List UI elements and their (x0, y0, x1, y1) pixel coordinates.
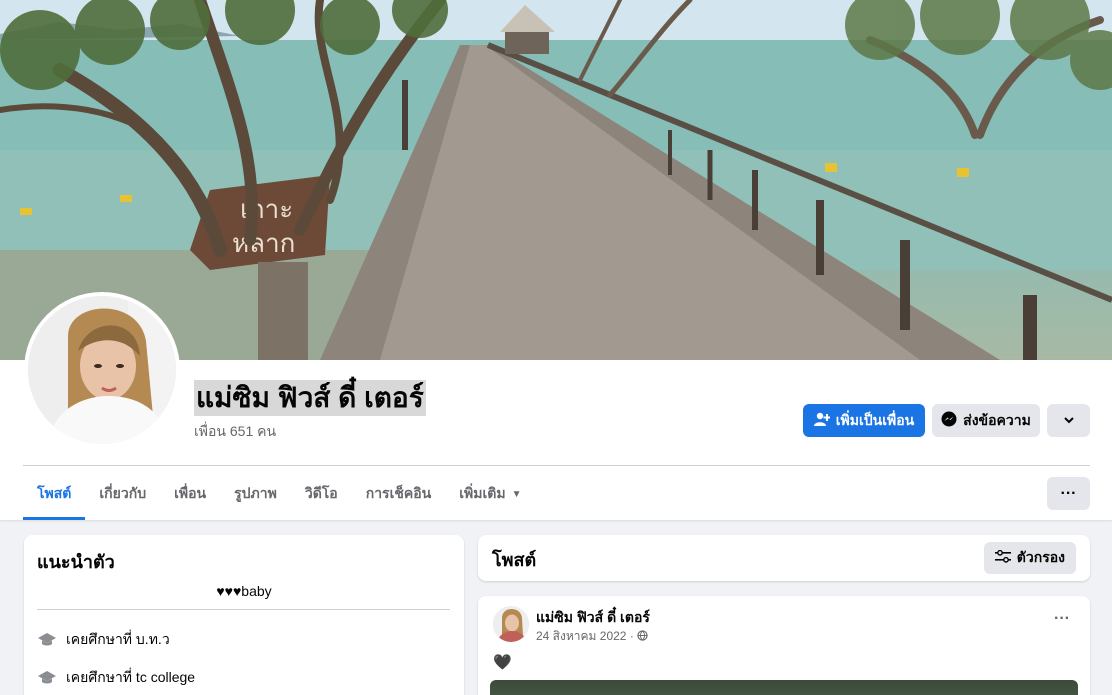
friends-count[interactable]: เพื่อน 651 คน (194, 421, 276, 443)
tab-label: วิดีโอ (304, 485, 338, 501)
filter-label: ตัวกรอง (1016, 549, 1065, 565)
message-button[interactable]: ส่งข้อความ (932, 404, 1040, 437)
messenger-icon (941, 411, 957, 430)
avatar (28, 296, 176, 444)
post-meta: 24 สิงหาคม 2022 · (536, 627, 648, 646)
education-text: เคยศึกษาที่ tc college (66, 669, 196, 685)
caret-down-icon: ▼ (511, 488, 522, 500)
graduation-cap-icon (37, 630, 57, 650)
post-date[interactable]: 24 สิงหาคม 2022 · (536, 627, 634, 646)
post-text: 🖤 (493, 654, 512, 671)
graduation-cap-icon (37, 668, 57, 688)
sliders-icon (994, 549, 1011, 567)
add-friend-label: เพิ่มเป็นเพื่อน (835, 411, 915, 428)
filter-button[interactable]: ตัวกรอง (983, 542, 1076, 574)
more-options-button[interactable]: ··· (1047, 477, 1090, 510)
intro-divider (37, 609, 450, 610)
globe-icon (637, 629, 648, 644)
add-friend-button[interactable]: เพิ่มเป็นเพื่อน (803, 404, 925, 437)
post-author-avatar[interactable] (493, 606, 529, 642)
svg-text:หลาก: หลาก (232, 229, 295, 259)
profile-tabs: โพสต์ เกี่ยวกับ เพื่อน รูปภาพ วิดีโอ การ… (23, 468, 535, 520)
chevron-down-icon (1063, 413, 1075, 429)
education-item: เคยศึกษาที่ บ.ท.ว (37, 629, 170, 651)
tab-photos[interactable]: รูปภาพ (220, 468, 291, 520)
message-label: ส่งข้อความ (963, 411, 1031, 428)
post-options-icon[interactable]: ··· (1054, 610, 1070, 628)
posts-title: โพสต์ (492, 550, 537, 570)
post-card: แม่ซิม ฟิวส์ ดี๋ เตอร์ 24 สิงหาคม 2022 ·… (478, 596, 1090, 695)
add-user-icon (813, 411, 831, 430)
education-item: เคยศึกษาที่ tc college (37, 667, 195, 689)
tab-more[interactable]: เพิ่มเติม ▼ (445, 468, 535, 520)
tab-friends[interactable]: เพื่อน (160, 468, 220, 520)
tab-label: โพสต์ (37, 485, 72, 501)
ellipsis-icon: ··· (1060, 484, 1077, 502)
intro-title: แนะนำตัว (37, 552, 115, 572)
profile-options-button[interactable] (1047, 404, 1090, 437)
post-image[interactable] (490, 680, 1078, 695)
posts-header-card: โพสต์ ตัวกรอง (478, 535, 1090, 581)
post-author-name[interactable]: แม่ซิม ฟิวส์ ดี๋ เตอร์ (536, 607, 650, 629)
cover-photo[interactable]: เกาะ หลาก (0, 0, 1112, 360)
tab-label: รูปภาพ (234, 485, 277, 501)
tab-posts[interactable]: โพสต์ (23, 468, 86, 520)
profile-avatar[interactable] (24, 292, 180, 448)
header-divider (23, 465, 1090, 466)
tab-label: เพื่อน (174, 485, 207, 501)
profile-name: แม่ซิม ฟิวส์ ดี๋ เตอร์ (194, 380, 426, 416)
intro-bio: ♥♥♥baby (216, 583, 272, 599)
education-text: เคยศึกษาที่ บ.ท.ว (66, 631, 170, 647)
tab-checkins[interactable]: การเช็คอิน (352, 468, 446, 520)
intro-card: แนะนำตัว ♥♥♥baby เคยศึกษาที่ บ.ท.ว เคยศึ… (24, 535, 464, 695)
tab-label: การเช็คอิน (365, 485, 432, 501)
tab-about[interactable]: เกี่ยวกับ (85, 468, 160, 520)
tab-videos[interactable]: วิดีโอ (291, 468, 352, 520)
tab-label: เพิ่มเติม (459, 485, 506, 501)
tab-label: เกี่ยวกับ (99, 485, 147, 501)
